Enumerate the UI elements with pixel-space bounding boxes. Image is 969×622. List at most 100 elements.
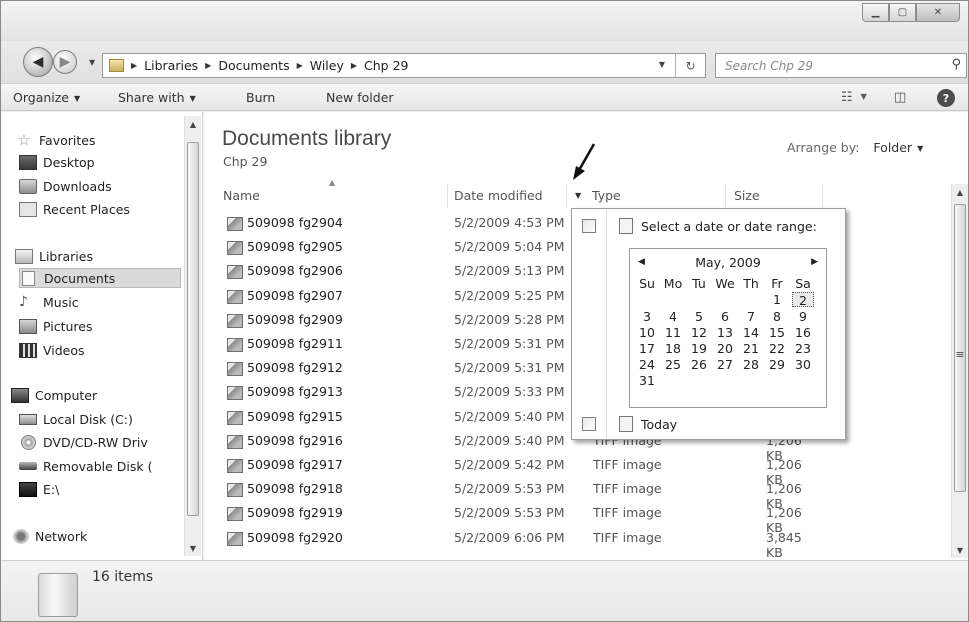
address-bar[interactable]: ▶ Libraries ▶ Documents ▶ Wiley ▶ Chp 29… (102, 53, 706, 78)
calendar-day[interactable]: 21 (740, 341, 762, 356)
file-name[interactable]: 509098 fg2917 (247, 457, 343, 472)
new-folder-button[interactable]: New folder (326, 90, 394, 105)
calendar-month[interactable]: May, 2009 (630, 255, 826, 270)
calendar-day[interactable]: 16 (792, 325, 814, 340)
file-row[interactable]: 509098 fg2918 5/2/2009 5:53 PM TIFF image 1… (227, 478, 821, 511)
calendar-day[interactable]: 29 (766, 357, 788, 372)
nav-downloads[interactable]: Downloads (19, 176, 112, 196)
column-header-date[interactable]: Date modified (454, 188, 543, 208)
breadcrumb-separator-icon[interactable]: ▶ (297, 61, 303, 70)
back-button[interactable]: ◀ (23, 47, 53, 77)
nav-libraries[interactable]: Libraries (15, 246, 93, 266)
file-name[interactable]: 509098 fg2909 (247, 312, 343, 327)
date-range-checkbox[interactable] (582, 219, 596, 233)
calendar-day[interactable]: 20 (714, 341, 736, 356)
help-icon[interactable]: ? (937, 89, 955, 107)
file-name[interactable]: 509098 fg2919 (247, 505, 343, 520)
breadcrumb-separator-icon[interactable]: ▶ (351, 61, 357, 70)
calendar-day[interactable]: 14 (740, 325, 762, 340)
file-name[interactable]: 509098 fg2911 (247, 336, 343, 351)
file-name[interactable]: 509098 fg2916 (247, 433, 343, 448)
nav-scroll-thumb[interactable] (187, 142, 199, 516)
nav-pictures[interactable]: Pictures (19, 316, 93, 336)
calendar-day[interactable]: 3 (636, 309, 658, 324)
content-scrollbar[interactable]: ▲ ≡ ▼ (951, 184, 968, 558)
calendar-day[interactable]: 13 (714, 325, 736, 340)
today-label[interactable]: Today (641, 417, 677, 432)
file-name[interactable]: 509098 fg2907 (247, 288, 343, 303)
column-header-type[interactable]: Type (592, 188, 621, 208)
nav-e-drive[interactable]: E:\ (19, 479, 59, 499)
breadcrumb-documents[interactable]: Documents (218, 58, 289, 73)
calendar-day[interactable]: 27 (714, 357, 736, 372)
calendar-day[interactable]: 28 (740, 357, 762, 372)
calendar-day[interactable]: 18 (662, 341, 684, 356)
calendar-day[interactable]: 25 (662, 357, 684, 372)
scroll-up-icon[interactable]: ▲ (185, 116, 201, 132)
today-checkbox[interactable] (582, 417, 596, 431)
calendar-day[interactable]: 17 (636, 341, 658, 356)
calendar-day[interactable]: 9 (792, 309, 814, 324)
calendar-day[interactable]: 30 (792, 357, 814, 372)
breadcrumb-separator-icon[interactable]: ▶ (205, 61, 211, 70)
breadcrumb-separator-icon[interactable]: ▶ (131, 61, 137, 70)
calendar-day[interactable]: 10 (636, 325, 658, 340)
column-divider[interactable] (822, 184, 823, 208)
nav-recent-places[interactable]: Recent Places (19, 199, 130, 219)
calendar-day[interactable]: 8 (766, 309, 788, 324)
calendar-day[interactable]: 5 (688, 309, 710, 324)
file-name[interactable]: 509098 fg2912 (247, 360, 343, 375)
calendar-day[interactable]: 7 (740, 309, 762, 324)
calendar-day[interactable]: 31 (636, 373, 658, 388)
maximize-button[interactable]: ▢ (889, 3, 916, 22)
share-with-button[interactable]: Share with ▼ (118, 90, 196, 105)
file-name[interactable]: 509098 fg2913 (247, 384, 343, 399)
file-name[interactable]: 509098 fg2915 (247, 409, 343, 424)
calendar-day[interactable]: 24 (636, 357, 658, 372)
nav-computer[interactable]: Computer (11, 385, 97, 405)
column-divider[interactable] (447, 184, 448, 208)
calendar-day[interactable]: 23 (792, 341, 814, 356)
calendar-day[interactable]: 1 (766, 292, 788, 307)
calendar-day[interactable]: 12 (688, 325, 710, 340)
view-options-button[interactable]: ☷ ▼ (841, 90, 867, 105)
nav-dvd-drive[interactable]: DVD/CD-RW Driv (19, 432, 179, 452)
nav-network[interactable]: Network (13, 526, 87, 546)
file-name[interactable]: 509098 fg2905 (247, 239, 343, 254)
calendar-day-selected[interactable]: 2 (792, 292, 814, 308)
file-row[interactable]: 509098 fg2920 5/2/2009 6:06 PM TIFF image 3… (227, 527, 821, 560)
breadcrumb-libraries[interactable]: Libraries (144, 58, 198, 73)
arrange-by-dropdown[interactable]: Folder ▼ (873, 140, 923, 155)
column-header-name[interactable]: Name (223, 188, 260, 208)
calendar-day[interactable]: 26 (688, 357, 710, 372)
scroll-down-icon[interactable]: ▼ (952, 542, 968, 558)
calendar-day[interactable]: 15 (766, 325, 788, 340)
minimize-button[interactable]: ▁ (862, 3, 889, 22)
organize-button[interactable]: Organize ▼ (13, 90, 80, 105)
nav-music[interactable]: ♪ Music (19, 292, 79, 312)
nav-scrollbar[interactable]: ▲ ▼ (184, 116, 201, 556)
file-name[interactable]: 509098 fg2920 (247, 530, 343, 545)
nav-videos[interactable]: Videos (19, 340, 85, 360)
nav-removable-disk[interactable]: Removable Disk ( (19, 456, 181, 476)
file-name[interactable]: 509098 fg2918 (247, 481, 343, 496)
nav-local-disk[interactable]: Local Disk (C:) (19, 409, 179, 429)
column-divider[interactable] (725, 184, 726, 208)
file-name[interactable]: 509098 fg2906 (247, 263, 343, 278)
recent-pages-dropdown[interactable]: ▼ (89, 58, 95, 67)
search-icon[interactable]: ⚲ (951, 57, 961, 72)
search-input[interactable]: Search Chp 29 ⚲ (715, 53, 967, 78)
next-month-icon[interactable]: ▶ (811, 257, 818, 267)
date-filter-dropdown-icon[interactable]: ▼ (575, 191, 581, 200)
nav-desktop[interactable]: Desktop (19, 152, 95, 172)
calendar-day[interactable]: 11 (662, 325, 684, 340)
calendar-day[interactable]: 6 (714, 309, 736, 324)
calendar-day[interactable]: 4 (662, 309, 684, 324)
calendar-day[interactable]: 19 (688, 341, 710, 356)
column-header-size[interactable]: Size (734, 188, 760, 208)
breadcrumb-wiley[interactable]: Wiley (310, 58, 344, 73)
column-divider[interactable] (566, 184, 567, 208)
forward-button[interactable]: ▶ (53, 50, 77, 74)
preview-pane-button[interactable]: ◫ (894, 90, 906, 105)
file-row[interactable]: 509098 fg2919 5/2/2009 5:53 PM TIFF image 1… (227, 502, 821, 535)
